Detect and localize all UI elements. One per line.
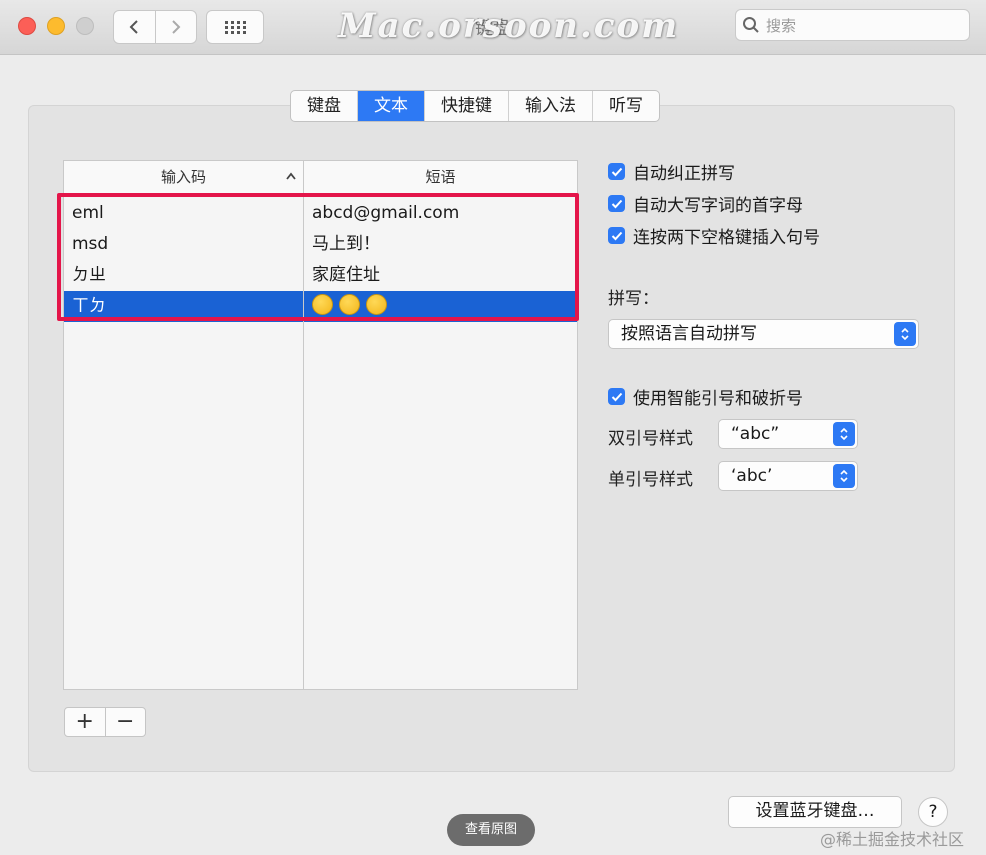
tab-text[interactable]: 文本 [357,91,424,121]
spelling-label: 拼写： [608,289,659,309]
tab-input-sources[interactable]: 输入法 [508,91,592,121]
setup-bluetooth-keyboard-button[interactable]: 设置蓝牙键盘… [728,796,902,828]
checkmark-icon [608,388,625,405]
add-button[interactable]: + [65,708,105,736]
search-placeholder: 搜索 [766,16,797,35]
remove-button[interactable]: − [104,708,146,736]
single-quote-popup[interactable]: ‘abc’ [718,461,858,491]
up-down-arrows-icon [833,464,855,488]
annotation-highlight-box [57,193,579,321]
up-down-arrows-icon [894,322,916,346]
table-header: 输入码 短语 [64,161,577,194]
capitalize-label: 自动大写字词的首字母 [633,196,803,216]
capitalize-checkbox[interactable]: 自动大写字词的首字母 [608,191,803,216]
checkmark-icon [608,163,625,180]
tab-keyboard[interactable]: 键盘 [291,91,357,121]
tab-bar: 键盘 文本 快捷键 输入法 听写 [290,90,660,122]
autocorrect-checkbox[interactable]: 自动纠正拼写 [608,159,735,184]
sort-ascending-icon [286,172,296,180]
spelling-popup[interactable]: 按照语言自动拼写 [608,319,919,349]
double-quote-value: “abc” [731,424,780,444]
watermark: Mac.orsoon.com [338,6,680,46]
double-space-period-checkbox[interactable]: 连按两下空格键插入句号 [608,223,820,248]
up-down-arrows-icon [833,422,855,446]
source-credit: @稀土掘金技术社区 [820,830,965,849]
column-header-phrase[interactable]: 短语 [304,161,577,193]
add-remove-control: + − [64,707,146,737]
single-quote-label: 单引号样式 [608,470,693,490]
spelling-value: 按照语言自动拼写 [621,324,757,344]
column-header-code[interactable]: 输入码 [64,161,303,193]
view-original-button[interactable]: 查看原图 [447,814,535,846]
double-quote-popup[interactable]: “abc” [718,419,858,449]
checkmark-icon [608,227,625,244]
tab-shortcuts[interactable]: 快捷键 [424,91,508,121]
smart-quotes-checkbox[interactable]: 使用智能引号和破折号 [608,384,803,409]
autocorrect-label: 自动纠正拼写 [633,164,735,184]
help-button[interactable]: ? [918,797,948,827]
smart-quotes-label: 使用智能引号和破折号 [633,389,803,409]
search-field[interactable]: 搜索 [735,9,970,41]
tab-dictation[interactable]: 听写 [592,91,659,121]
checkmark-icon [608,195,625,212]
title-bar: 键盘 Mac.orsoon.com 搜索 [0,0,986,55]
double-quote-label: 双引号样式 [608,429,693,449]
double-space-period-label: 连按两下空格键插入句号 [633,228,820,248]
search-icon [743,17,759,33]
single-quote-value: ‘abc’ [731,466,773,486]
